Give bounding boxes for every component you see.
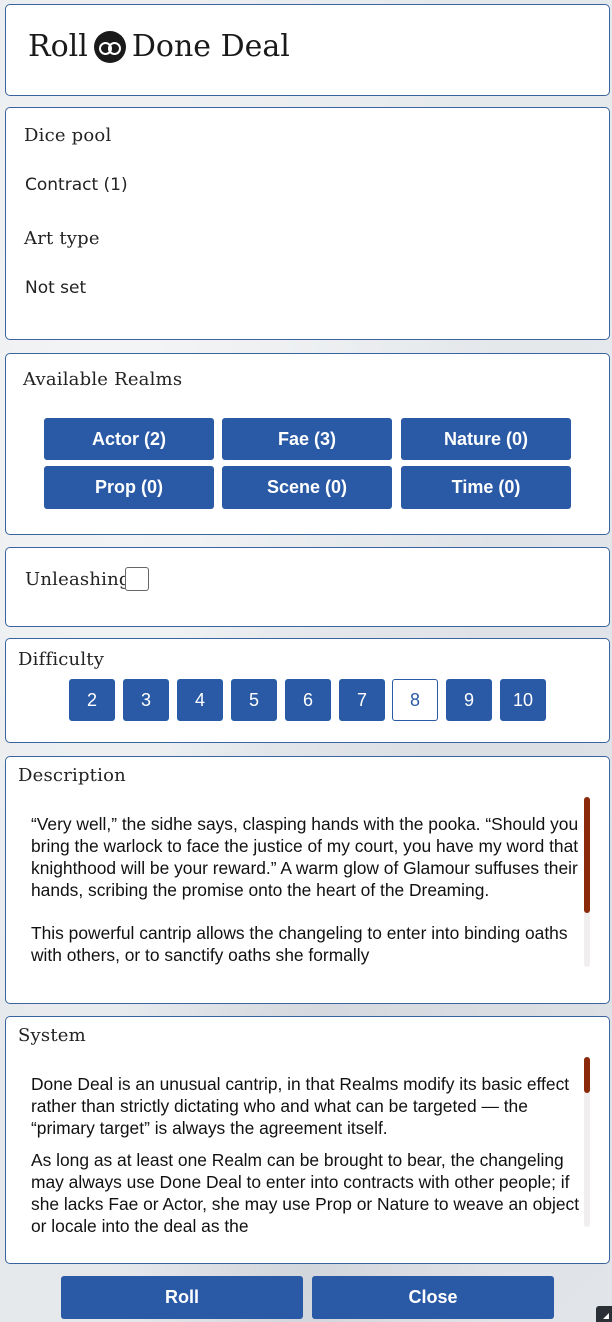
system-heading: System [18, 1025, 86, 1046]
system-scrollbar[interactable] [584, 1057, 590, 1093]
difficulty-button-9[interactable]: 9 [446, 679, 492, 721]
system-paragraph: As long as at least one Realm can be bro… [31, 1150, 580, 1236]
description-paragraph: “Very well,” the sidhe says, clasping ha… [31, 814, 579, 900]
difficulty-button-10[interactable]: 10 [500, 679, 546, 721]
system-text[interactable]: Done Deal is an unusual cantrip, in that… [31, 1073, 583, 1251]
page-title: Roll Done Deal [28, 29, 290, 64]
unleashing-label: Unleashing [25, 569, 131, 590]
close-button[interactable]: Close [312, 1276, 554, 1319]
difficulty-button-4[interactable]: 4 [177, 679, 223, 721]
title-prefix: Roll [28, 29, 88, 64]
system-paragraph: Done Deal is an unusual cantrip, in that… [31, 1074, 570, 1138]
realms-heading: Available Realms [23, 369, 183, 390]
realm-button-scene[interactable]: Scene (0) [222, 466, 392, 509]
realm-button-prop[interactable]: Prop (0) [44, 466, 214, 509]
resize-handle-icon[interactable] [596, 1306, 612, 1322]
difficulty-heading: Difficulty [18, 649, 105, 670]
difficulty-button-2[interactable]: 2 [69, 679, 115, 721]
mask-logo-icon [93, 30, 126, 63]
description-heading: Description [18, 765, 126, 786]
art-type-heading: Art type [24, 228, 100, 249]
realm-button-time[interactable]: Time (0) [401, 466, 571, 509]
title-panel: Roll Done Deal [5, 4, 610, 96]
difficulty-button-6[interactable]: 6 [285, 679, 331, 721]
art-type-value: Not set [25, 278, 87, 298]
dice-pool-heading: Dice pool [24, 125, 112, 146]
roll-button[interactable]: Roll [61, 1276, 303, 1319]
realms-panel: Available Realms Actor (2) Fae (3) Natur… [5, 353, 610, 535]
description-paragraph: This powerful cantrip allows the changel… [31, 923, 568, 965]
unleashing-panel: Unleashing [5, 547, 610, 627]
difficulty-button-5[interactable]: 5 [231, 679, 277, 721]
description-text[interactable]: “Very well,” the sidhe says, clasping ha… [31, 813, 583, 984]
difficulty-button-7[interactable]: 7 [339, 679, 385, 721]
title-suffix: Done Deal [131, 29, 290, 64]
realm-button-actor[interactable]: Actor (2) [44, 418, 214, 460]
dice-art-panel: Dice pool Contract (1) Art type Not set [5, 107, 610, 340]
description-scrollbar[interactable] [584, 797, 590, 913]
dice-pool-value: Contract (1) [25, 175, 128, 195]
difficulty-button-3[interactable]: 3 [123, 679, 169, 721]
system-panel: System Done Deal is an unusual cantrip, … [5, 1016, 610, 1264]
realm-button-fae[interactable]: Fae (3) [222, 418, 392, 460]
realm-button-nature[interactable]: Nature (0) [401, 418, 571, 460]
difficulty-button-8-selected[interactable]: 8 [392, 679, 438, 721]
description-panel: Description “Very well,” the sidhe says,… [5, 756, 610, 1004]
difficulty-panel: Difficulty 2 3 4 5 6 7 8 9 10 [5, 638, 610, 743]
unleashing-checkbox[interactable] [125, 567, 149, 591]
